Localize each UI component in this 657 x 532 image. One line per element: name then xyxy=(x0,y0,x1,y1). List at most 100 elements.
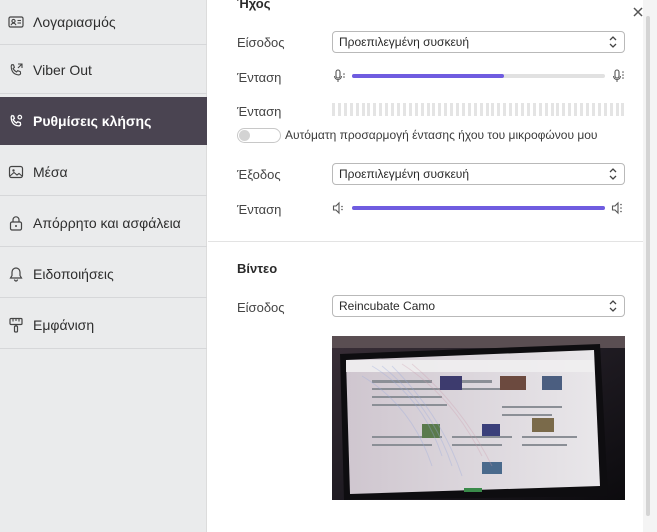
call-settings-panel: Ήχος Είσοδος Προεπιλεγμένη συσκευή Έντασ… xyxy=(208,0,643,532)
bell-icon xyxy=(8,266,24,282)
meter-bar xyxy=(609,103,613,116)
meter-bar xyxy=(396,103,400,116)
output-volume-track xyxy=(352,206,605,210)
audio-input-label: Είσοδος xyxy=(237,35,285,50)
mic-low-icon xyxy=(334,69,345,82)
sidebar-item-label: Απόρρητο και ασφάλεια xyxy=(33,214,181,231)
meter-bar xyxy=(515,103,519,116)
sidebar-item-label: Viber Out xyxy=(33,61,92,78)
audio-input-select[interactable]: Προεπιλεγμένη συσκευή xyxy=(332,31,625,53)
chevron-updown-icon xyxy=(609,36,617,48)
input-level-meter xyxy=(332,103,625,116)
meter-bar xyxy=(526,103,530,116)
settings-scrollbar[interactable] xyxy=(643,0,657,532)
audio-section-title: Ήχος xyxy=(237,0,271,11)
sidebar-item-label: Ειδοποιήσεις xyxy=(33,265,114,282)
audio-output-value: Προεπιλεγμένη συσκευή xyxy=(339,167,470,181)
meter-bar xyxy=(485,103,489,116)
video-input-label: Είσοδος xyxy=(237,300,285,315)
meter-bar xyxy=(432,103,436,116)
output-volume-label: Ένταση xyxy=(237,202,282,217)
sidebar-item-label: Εμφάνιση xyxy=(33,316,95,333)
sidebar-item-label: Μέσα xyxy=(33,163,68,180)
auto-adjust-toggle[interactable] xyxy=(237,128,281,143)
meter-bar xyxy=(349,103,353,116)
meter-bar xyxy=(473,103,477,116)
meter-bar xyxy=(438,103,442,116)
camera-preview xyxy=(332,336,625,500)
chevron-updown-icon xyxy=(609,300,617,312)
speaker-high-icon xyxy=(611,201,622,215)
sidebar-item-call-settings[interactable]: Ρυθμίσεις κλήσης xyxy=(0,97,207,145)
meter-bar xyxy=(420,103,424,116)
meter-bar xyxy=(391,103,395,116)
meter-bar xyxy=(461,103,465,116)
meter-bar xyxy=(556,103,560,116)
meter-bar xyxy=(603,103,607,116)
brush-icon xyxy=(8,317,24,333)
meter-bar xyxy=(532,103,536,116)
camera-preview-image xyxy=(332,336,625,500)
phone-out-icon xyxy=(8,62,24,78)
account-card-icon xyxy=(8,14,24,30)
audio-output-label: Έξοδος xyxy=(237,167,281,182)
meter-bar xyxy=(491,103,495,116)
meter-bar xyxy=(521,103,524,116)
sidebar-item-label: Ρυθμίσεις κλήσης xyxy=(33,112,152,129)
input-level-label: Ένταση xyxy=(237,104,282,119)
speaker-low-icon xyxy=(332,201,343,215)
audio-output-select[interactable]: Προεπιλεγμένη συσκευή xyxy=(332,163,625,185)
sidebar-item-privacy[interactable]: Απόρρητο και ασφάλεια xyxy=(0,199,207,247)
meter-bar xyxy=(367,103,371,116)
settings-sidebar: Λογαριασμός Viber Out Ρυθμίσεις κλήσης Μ… xyxy=(0,0,207,532)
meter-bar xyxy=(456,103,460,116)
section-divider xyxy=(208,241,643,242)
meter-bar xyxy=(509,103,513,116)
mic-high-icon xyxy=(613,69,624,82)
meter-bar xyxy=(615,103,619,116)
output-volume-fill xyxy=(352,206,605,210)
meter-bar xyxy=(379,103,383,116)
meter-bar xyxy=(568,103,572,116)
meter-bar xyxy=(538,103,542,116)
meter-bar xyxy=(408,103,412,116)
meter-bar xyxy=(361,103,365,116)
meter-bar xyxy=(337,103,341,116)
meter-bar xyxy=(597,103,601,116)
meter-bar xyxy=(591,103,595,116)
input-volume-slider[interactable] xyxy=(332,68,625,84)
meter-bar xyxy=(562,103,566,116)
input-volume-track xyxy=(352,74,605,78)
meter-bar xyxy=(574,103,578,116)
audio-input-value: Προεπιλεγμένη συσκευή xyxy=(339,35,470,49)
sidebar-item-notifications[interactable]: Ειδοποιήσεις xyxy=(0,250,207,298)
meter-bar xyxy=(467,103,471,116)
output-volume-slider[interactable] xyxy=(332,200,625,216)
meter-bar xyxy=(503,103,507,116)
meter-bar xyxy=(550,103,554,116)
meter-bar xyxy=(621,103,625,116)
close-button[interactable] xyxy=(630,4,646,20)
scrollbar-thumb[interactable] xyxy=(646,16,650,516)
meter-bar xyxy=(444,103,448,116)
input-volume-label: Ένταση xyxy=(237,70,282,85)
sidebar-item-appearance[interactable]: Εμφάνιση xyxy=(0,301,207,349)
meter-bar xyxy=(580,103,584,116)
sidebar-item-media[interactable]: Μέσα xyxy=(0,148,207,196)
video-input-select[interactable]: Reincubate Camo xyxy=(332,295,625,317)
toggle-knob xyxy=(239,130,250,141)
close-icon xyxy=(633,7,643,17)
meter-bar xyxy=(385,103,389,116)
sidebar-item-account[interactable]: Λογαριασμός xyxy=(0,0,207,45)
meter-bar xyxy=(355,103,359,116)
meter-bar xyxy=(544,103,548,116)
meter-bar xyxy=(332,103,335,116)
video-input-value: Reincubate Camo xyxy=(339,299,436,313)
lock-icon xyxy=(8,215,24,231)
sidebar-item-viber-out[interactable]: Viber Out xyxy=(0,46,207,94)
meter-bar xyxy=(373,103,377,116)
input-volume-fill xyxy=(352,74,504,78)
sidebar-item-label: Λογαριασμός xyxy=(33,14,116,30)
meter-bar xyxy=(497,103,501,116)
meter-bar xyxy=(402,103,406,116)
